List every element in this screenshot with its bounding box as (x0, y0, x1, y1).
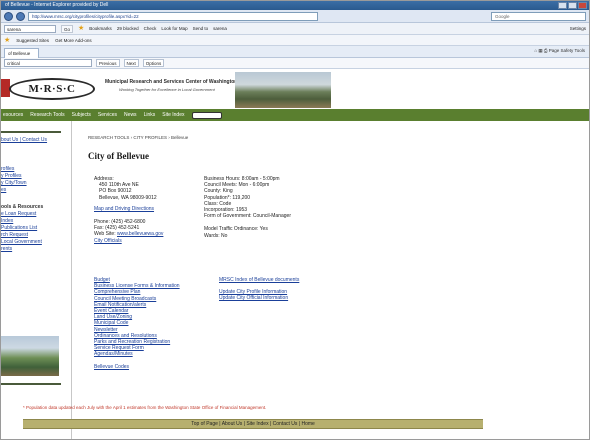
address-line-3: Bellevue, WA 98009-9012 (99, 194, 157, 201)
favorites-bar: ★ Suggested Sites Get More Add-ons (1, 35, 589, 46)
sidebar-photo (1, 336, 59, 376)
mrsc-links: MRSC Index of Bellevue documents Update … (219, 277, 299, 302)
minimize-button[interactable] (558, 2, 567, 9)
title-bar: of Bellevue - Internet Explorer provided… (1, 1, 589, 10)
feeds-icon[interactable]: ▦ (538, 48, 542, 53)
sidebar-item-profiles[interactable]: rofiles (1, 166, 67, 173)
site-banner: M·R·S·C Municipal Research and Services … (1, 70, 331, 109)
sidebar-item-publications[interactable]: Publications List (1, 225, 67, 232)
doc-link-agendas-minutes[interactable]: Agendas/Minutes (94, 351, 180, 357)
send-to-button[interactable]: Send to (193, 26, 209, 31)
back-button[interactable] (4, 11, 13, 21)
star-icon: ★ (78, 25, 85, 32)
nav-news[interactable]: News (124, 112, 137, 118)
nav-site-index[interactable]: Site Index (162, 112, 184, 118)
nav-subjects[interactable]: Subjects (72, 112, 91, 118)
nav-resources[interactable]: esources (3, 112, 23, 118)
population-note: * Population data updated each July with… (23, 405, 267, 410)
footer-nav[interactable]: Top of Page | About Us | Site Index | Co… (23, 419, 483, 429)
site-search-button[interactable]: Site Search (191, 111, 223, 119)
sidebar-item-loan-request[interactable]: e Loan Request (1, 211, 67, 218)
command-bar: ⌂ ▦ ⎙ Page Safety Tools (534, 48, 585, 54)
go-button[interactable]: Go (61, 24, 74, 33)
nav-services[interactable]: Services (98, 112, 117, 118)
window-controls (558, 2, 587, 9)
details-column: Business Hours: 8:00am - 5:00pm Council … (204, 176, 291, 239)
google-toolbar: sarena Go ★ Bookmarks 29 blocked Check L… (1, 23, 589, 35)
get-more-addons-link[interactable]: Get More Add-ons (55, 38, 92, 43)
sidebar-section-title: ools & Resources (1, 204, 44, 210)
sidebar-item-local-government[interactable]: Local Government (1, 239, 67, 246)
banner-photo (235, 72, 331, 108)
popup-blocked-button[interactable]: 29 blocked (117, 26, 139, 31)
close-button[interactable] (578, 2, 587, 9)
forward-button[interactable] (16, 11, 25, 21)
sidebar-about-contact-link[interactable]: bout Us | Contact Us (1, 137, 67, 144)
find-input[interactable]: critical (4, 59, 92, 67)
url-input[interactable]: http://www.mrsc.org/cityprofiles/citypro… (28, 11, 318, 21)
bookmarks-button[interactable]: Bookmarks (89, 26, 112, 31)
sidebar: bout Us | Contact Us rofiles y Profiles … (1, 121, 67, 439)
safety-menu[interactable]: Safety (561, 48, 574, 53)
sidebar-item-city-town[interactable]: y City/Town (1, 180, 67, 187)
sidebar-item-rents[interactable]: rents (1, 246, 67, 253)
sidebar-item-city-profiles[interactable]: y Profiles (1, 173, 67, 180)
tab-bar: of Bellevue ⌂ ▦ ⎙ Page Safety Tools (1, 46, 589, 58)
window-title: of Bellevue - Internet Explorer provided… (5, 2, 109, 8)
website-row: Web Site: www.bellevuewa.gov (94, 231, 163, 237)
find-options-button[interactable]: Options (142, 59, 165, 67)
website-link[interactable]: www.bellevuewa.gov (117, 231, 163, 237)
org-tagline: Working Together for Excellence in Local… (119, 87, 215, 92)
sidebar-divider (1, 131, 61, 133)
find-next-button[interactable]: Next (123, 59, 139, 67)
bellevue-codes-link[interactable]: Bellevue Codes (94, 364, 180, 370)
breadcrumb: RESEARCH TOOLS › CITY PROFILES › Bellevu… (88, 135, 189, 140)
main-content: RESEARCH TOOLS › CITY PROFILES › Bellevu… (71, 121, 589, 439)
find-bar: critical Previous Next Options (1, 58, 589, 69)
favorites-star-icon[interactable]: ★ (4, 37, 10, 44)
home-icon[interactable]: ⌂ (534, 48, 537, 53)
update-official-link[interactable]: Update City Official Information (219, 295, 299, 301)
tools-menu[interactable]: Tools (574, 48, 585, 53)
sidebar-item-es[interactable]: es (1, 187, 67, 194)
check-button[interactable]: Check (144, 26, 157, 31)
page-menu[interactable]: Page (549, 48, 560, 53)
toolbar-search-field[interactable]: sarena (4, 24, 56, 33)
tab-city-of-bellevue[interactable]: of Bellevue (4, 47, 40, 58)
sidebar-item-index[interactable]: Index (1, 218, 67, 225)
contact-column: Address: 450 110th Ave NE PO Box 90012 B… (94, 176, 163, 244)
look-for-map-button[interactable]: Look for Map (161, 26, 187, 31)
map-directions-link[interactable]: Map and Driving Directions (94, 206, 163, 212)
user-button[interactable]: sarena (213, 26, 227, 31)
main-nav: esources Research Tools Subjects Service… (1, 109, 589, 121)
nav-research-tools[interactable]: Research Tools (30, 112, 64, 118)
page-title: City of Bellevue (88, 151, 149, 161)
maximize-button[interactable] (568, 2, 577, 9)
web-page: M·R·S·C Municipal Research and Services … (1, 70, 589, 439)
website-label: Web Site: (94, 231, 116, 238)
address-bar: http://www.mrsc.org/cityprofiles/citypro… (1, 10, 589, 23)
detail-form-of-government: Form of Government: Council-Manager (204, 213, 291, 220)
nav-links[interactable]: Links (144, 112, 156, 118)
print-icon[interactable]: ⎙ (544, 48, 548, 53)
org-name: Municipal Research and Services Center o… (105, 79, 238, 85)
find-previous-button[interactable]: Previous (96, 59, 120, 67)
detail-wards: Wards: No (204, 232, 228, 239)
sidebar-divider-bottom (1, 383, 61, 385)
settings-button[interactable]: Settings (570, 26, 586, 31)
browser-window: of Bellevue - Internet Explorer provided… (0, 0, 590, 440)
mrsc-index-link[interactable]: MRSC Index of Bellevue documents (219, 277, 299, 283)
suggested-sites-link[interactable]: Suggested Sites (16, 38, 49, 43)
documents-list: Budget Business License Forms & Informat… (94, 277, 180, 370)
sidebar-item-research-request[interactable]: rch Request (1, 232, 67, 239)
search-input[interactable]: Google (491, 11, 586, 21)
city-officials-link[interactable]: City Officials (94, 238, 163, 244)
mrsc-logo[interactable]: M·R·S·C (9, 78, 95, 100)
